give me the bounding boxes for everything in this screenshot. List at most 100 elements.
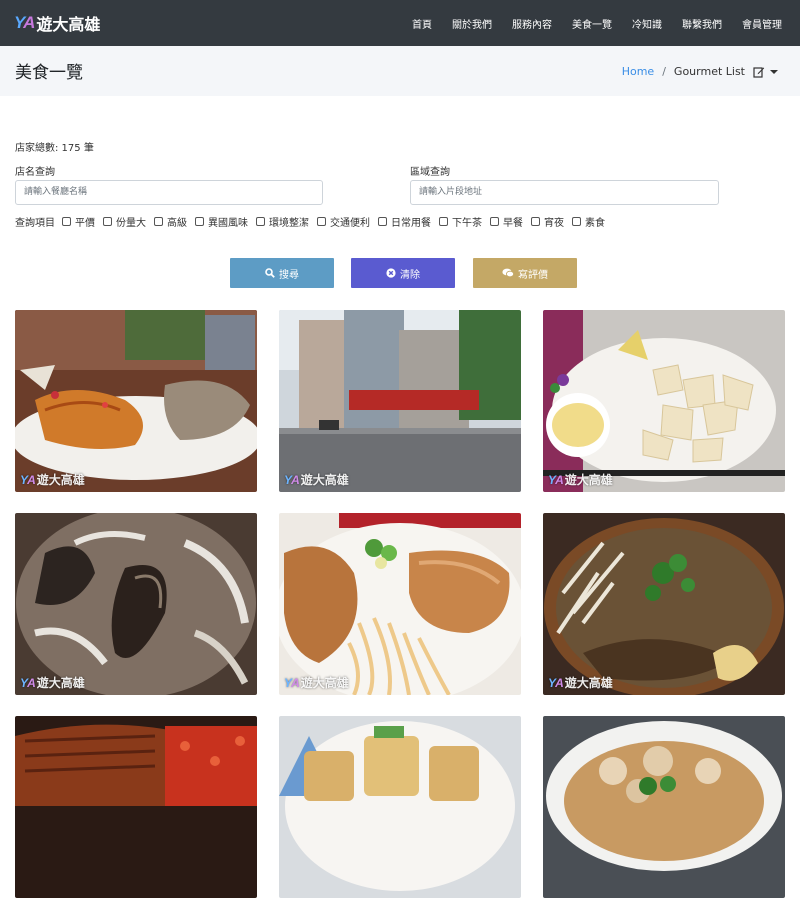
- watermark-text: 遊大高雄: [36, 676, 85, 690]
- store-count: 店家總數: 175 筆: [15, 143, 94, 154]
- filter-option-label: 素食: [585, 217, 605, 229]
- food-photo: [15, 513, 257, 695]
- brand-mark-icon: YA: [284, 472, 300, 487]
- checkbox-box[interactable]: [195, 216, 204, 226]
- filter-checkbox[interactable]: 份量大: [103, 214, 146, 229]
- watermark: YA 遊大高雄: [20, 471, 85, 488]
- checkbox-box[interactable]: [103, 216, 112, 226]
- filter-checkbox[interactable]: 交通便利: [317, 214, 370, 229]
- nav-item-trivia[interactable]: 冷知識: [632, 16, 662, 31]
- filter-checkbox[interactable]: 下午茶: [439, 214, 482, 229]
- checkbox-box[interactable]: [317, 216, 326, 226]
- food-photo: [543, 513, 785, 695]
- filter-option-label: 高級: [167, 217, 187, 229]
- comments-icon: [502, 268, 514, 278]
- watermark-text: 遊大高雄: [564, 676, 613, 690]
- breadcrumb-home-link[interactable]: Home: [622, 65, 654, 78]
- brand-mark-icon: YA: [548, 675, 564, 690]
- restaurant-card[interactable]: YA 遊大高雄: [279, 513, 521, 695]
- checkbox-box[interactable]: [62, 216, 71, 226]
- filter-checkbox[interactable]: 異國風味: [195, 214, 248, 229]
- nav-item-gourmet[interactable]: 美食一覽: [572, 16, 612, 31]
- filter-checkbox[interactable]: 日常用餐: [378, 214, 431, 229]
- filter-checkbox[interactable]: 宵夜: [531, 214, 564, 229]
- area-search-label: 區域查詢: [410, 167, 450, 178]
- brand-logo[interactable]: YA 遊大高雄: [14, 9, 100, 37]
- checkbox-box[interactable]: [154, 216, 163, 226]
- filter-option-label: 日常用餐: [391, 217, 431, 229]
- breadcrumb-current: Gourmet List: [673, 65, 745, 78]
- watermark-text: 遊大高雄: [300, 473, 349, 487]
- filter-option-label: 宵夜: [544, 217, 564, 229]
- brand-mark-icon: YA: [548, 472, 564, 487]
- restaurant-card[interactable]: YA 遊大高雄: [543, 310, 785, 492]
- watermark: YA 遊大高雄: [548, 674, 613, 691]
- close-circle-icon: [386, 268, 396, 278]
- filter-option-label: 交通便利: [330, 217, 370, 229]
- food-photo: [543, 310, 785, 492]
- checkbox-box[interactable]: [256, 216, 265, 226]
- name-search-label: 店名查詢: [15, 167, 55, 178]
- write-review-button[interactable]: 寫評價: [473, 258, 577, 288]
- dropdown-caret-icon[interactable]: [770, 69, 778, 74]
- food-photo: [279, 513, 521, 695]
- restaurant-card[interactable]: YA 遊大高雄: [543, 513, 785, 695]
- filter-option-label: 早餐: [503, 217, 523, 229]
- restaurant-card[interactable]: YA 遊大高雄: [15, 310, 257, 492]
- filter-option-label: 環境整潔: [269, 217, 309, 229]
- clear-button-label: 清除: [400, 269, 420, 281]
- breadcrumb-separator: /: [662, 65, 666, 78]
- food-photo: [15, 716, 257, 898]
- filter-checkboxes: 查詢項目 平價 份量大 高級 異國風味 環境整潔 交通便利 日常用餐 下午茶 早…: [15, 214, 613, 229]
- restaurant-card[interactable]: YA 遊大高雄: [279, 310, 521, 492]
- nav-item-member[interactable]: 會員管理: [742, 16, 782, 31]
- checkbox-box[interactable]: [490, 216, 499, 226]
- filter-label: 查詢項目: [15, 217, 55, 229]
- checkbox-box[interactable]: [572, 216, 581, 226]
- food-photo: [279, 310, 521, 492]
- nav-item-home[interactable]: 首頁: [412, 16, 432, 31]
- watermark: YA 遊大高雄: [548, 471, 613, 488]
- filter-checkbox[interactable]: 環境整潔: [256, 214, 309, 229]
- restaurant-card[interactable]: [279, 716, 521, 898]
- filter-option-label: 下午茶: [452, 217, 482, 229]
- edit-icon[interactable]: [753, 66, 765, 78]
- restaurant-card[interactable]: [543, 716, 785, 898]
- top-navbar: YA 遊大高雄 首頁 關於我們 服務內容 美食一覽 冷知識 聯繫我們 會員管理: [0, 0, 800, 46]
- filter-checkbox[interactable]: 素食: [572, 214, 605, 229]
- checkbox-box[interactable]: [378, 216, 387, 226]
- brand-text: 遊大高雄: [36, 15, 101, 34]
- watermark-text: 遊大高雄: [564, 473, 613, 487]
- nav-item-about[interactable]: 關於我們: [452, 16, 492, 31]
- area-search-input[interactable]: 請輸入片段地址: [410, 180, 719, 205]
- name-search-input[interactable]: 請輸入餐廳名稱: [15, 180, 323, 205]
- search-button-label: 搜尋: [279, 269, 299, 281]
- filter-checkbox[interactable]: 平價: [62, 214, 95, 229]
- filter-option-label: 平價: [75, 217, 95, 229]
- watermark: YA 遊大高雄: [20, 674, 85, 691]
- restaurant-card[interactable]: YA 遊大高雄: [15, 513, 257, 695]
- food-photo: [15, 310, 257, 492]
- search-button[interactable]: 搜尋: [230, 258, 334, 288]
- page-header: 美食一覽 Home / Gourmet List: [0, 46, 800, 96]
- brand-mark-icon: YA: [20, 472, 36, 487]
- restaurant-card[interactable]: [15, 716, 257, 898]
- checkbox-box[interactable]: [439, 216, 448, 226]
- breadcrumb: Home / Gourmet List: [622, 65, 778, 78]
- clear-button[interactable]: 清除: [351, 258, 455, 288]
- watermark: YA 遊大高雄: [284, 471, 349, 488]
- watermark: YA 遊大高雄: [284, 674, 349, 691]
- nav-menu: 首頁 關於我們 服務內容 美食一覽 冷知識 聯繫我們 會員管理: [392, 0, 782, 46]
- filter-option-label: 份量大: [116, 217, 146, 229]
- watermark-text: 遊大高雄: [300, 676, 349, 690]
- search-icon: [265, 268, 275, 278]
- nav-item-services[interactable]: 服務內容: [512, 16, 552, 31]
- food-photo: [279, 716, 521, 898]
- brand-mark-icon: YA: [14, 13, 35, 32]
- filter-checkbox[interactable]: 早餐: [490, 214, 523, 229]
- filter-checkbox[interactable]: 高級: [154, 214, 187, 229]
- watermark-text: 遊大高雄: [36, 473, 85, 487]
- checkbox-box[interactable]: [531, 216, 540, 226]
- nav-item-contact[interactable]: 聯繫我們: [682, 16, 722, 31]
- food-photo: [543, 716, 785, 898]
